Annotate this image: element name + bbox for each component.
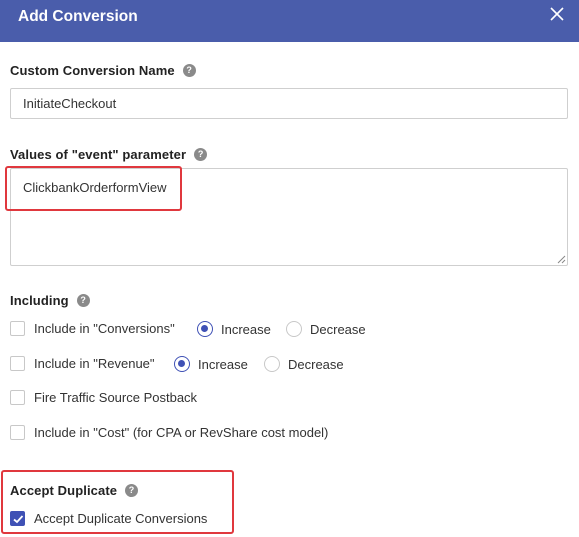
- dialog-title: Add Conversion: [18, 8, 138, 25]
- help-icon[interactable]: ?: [76, 294, 90, 308]
- accept-duplicate-checkbox[interactable]: [10, 511, 25, 526]
- event-parameter-label: Values of "event" parameter?: [10, 147, 208, 162]
- revenue-decrease-radio[interactable]: [264, 356, 280, 372]
- accept-duplicate-label: Accept Duplicate?: [10, 483, 139, 498]
- include-revenue-label: Include in "Revenue": [34, 356, 155, 371]
- custom-conversion-name-label-text: Custom Conversion Name: [10, 63, 175, 78]
- dialog-header: Add Conversion: [0, 0, 579, 42]
- conversions-increase-radio[interactable]: [197, 321, 213, 337]
- revenue-increase-label: Increase: [198, 357, 248, 372]
- include-conversions-checkbox[interactable]: [10, 321, 25, 336]
- custom-conversion-name-input[interactable]: InitiateCheckout: [10, 88, 568, 119]
- include-cost-label: Include in "Cost" (for CPA or RevShare c…: [34, 425, 329, 440]
- event-parameter-label-text: Values of "event" parameter: [10, 147, 187, 162]
- conversions-decrease-radio[interactable]: [286, 321, 302, 337]
- checkmark-icon: [13, 515, 24, 524]
- custom-conversion-name-label: Custom Conversion Name?: [10, 63, 196, 78]
- including-label-text: Including: [10, 293, 69, 308]
- fire-postback-checkbox[interactable]: [10, 390, 25, 405]
- event-parameter-value: ClickbankOrderformView: [23, 180, 167, 195]
- include-conversions-label: Include in "Conversions": [34, 321, 175, 336]
- event-parameter-textarea[interactable]: ClickbankOrderformView: [10, 168, 568, 266]
- include-cost-checkbox[interactable]: [10, 425, 25, 440]
- revenue-decrease-label: Decrease: [288, 357, 344, 372]
- including-label: Including?: [10, 293, 90, 308]
- include-revenue-checkbox[interactable]: [10, 356, 25, 371]
- help-icon[interactable]: ?: [182, 64, 196, 78]
- help-icon[interactable]: ?: [194, 148, 208, 162]
- resize-handle-icon[interactable]: [556, 254, 566, 264]
- help-icon[interactable]: ?: [125, 484, 139, 498]
- accept-duplicate-label-text: Accept Duplicate: [10, 483, 118, 498]
- revenue-increase-radio[interactable]: [174, 356, 190, 372]
- close-icon[interactable]: [548, 5, 566, 23]
- conversions-decrease-label: Decrease: [310, 322, 366, 337]
- accept-duplicate-option-label: Accept Duplicate Conversions: [34, 511, 208, 526]
- fire-postback-label: Fire Traffic Source Postback: [34, 390, 198, 405]
- conversions-increase-label: Increase: [221, 322, 271, 337]
